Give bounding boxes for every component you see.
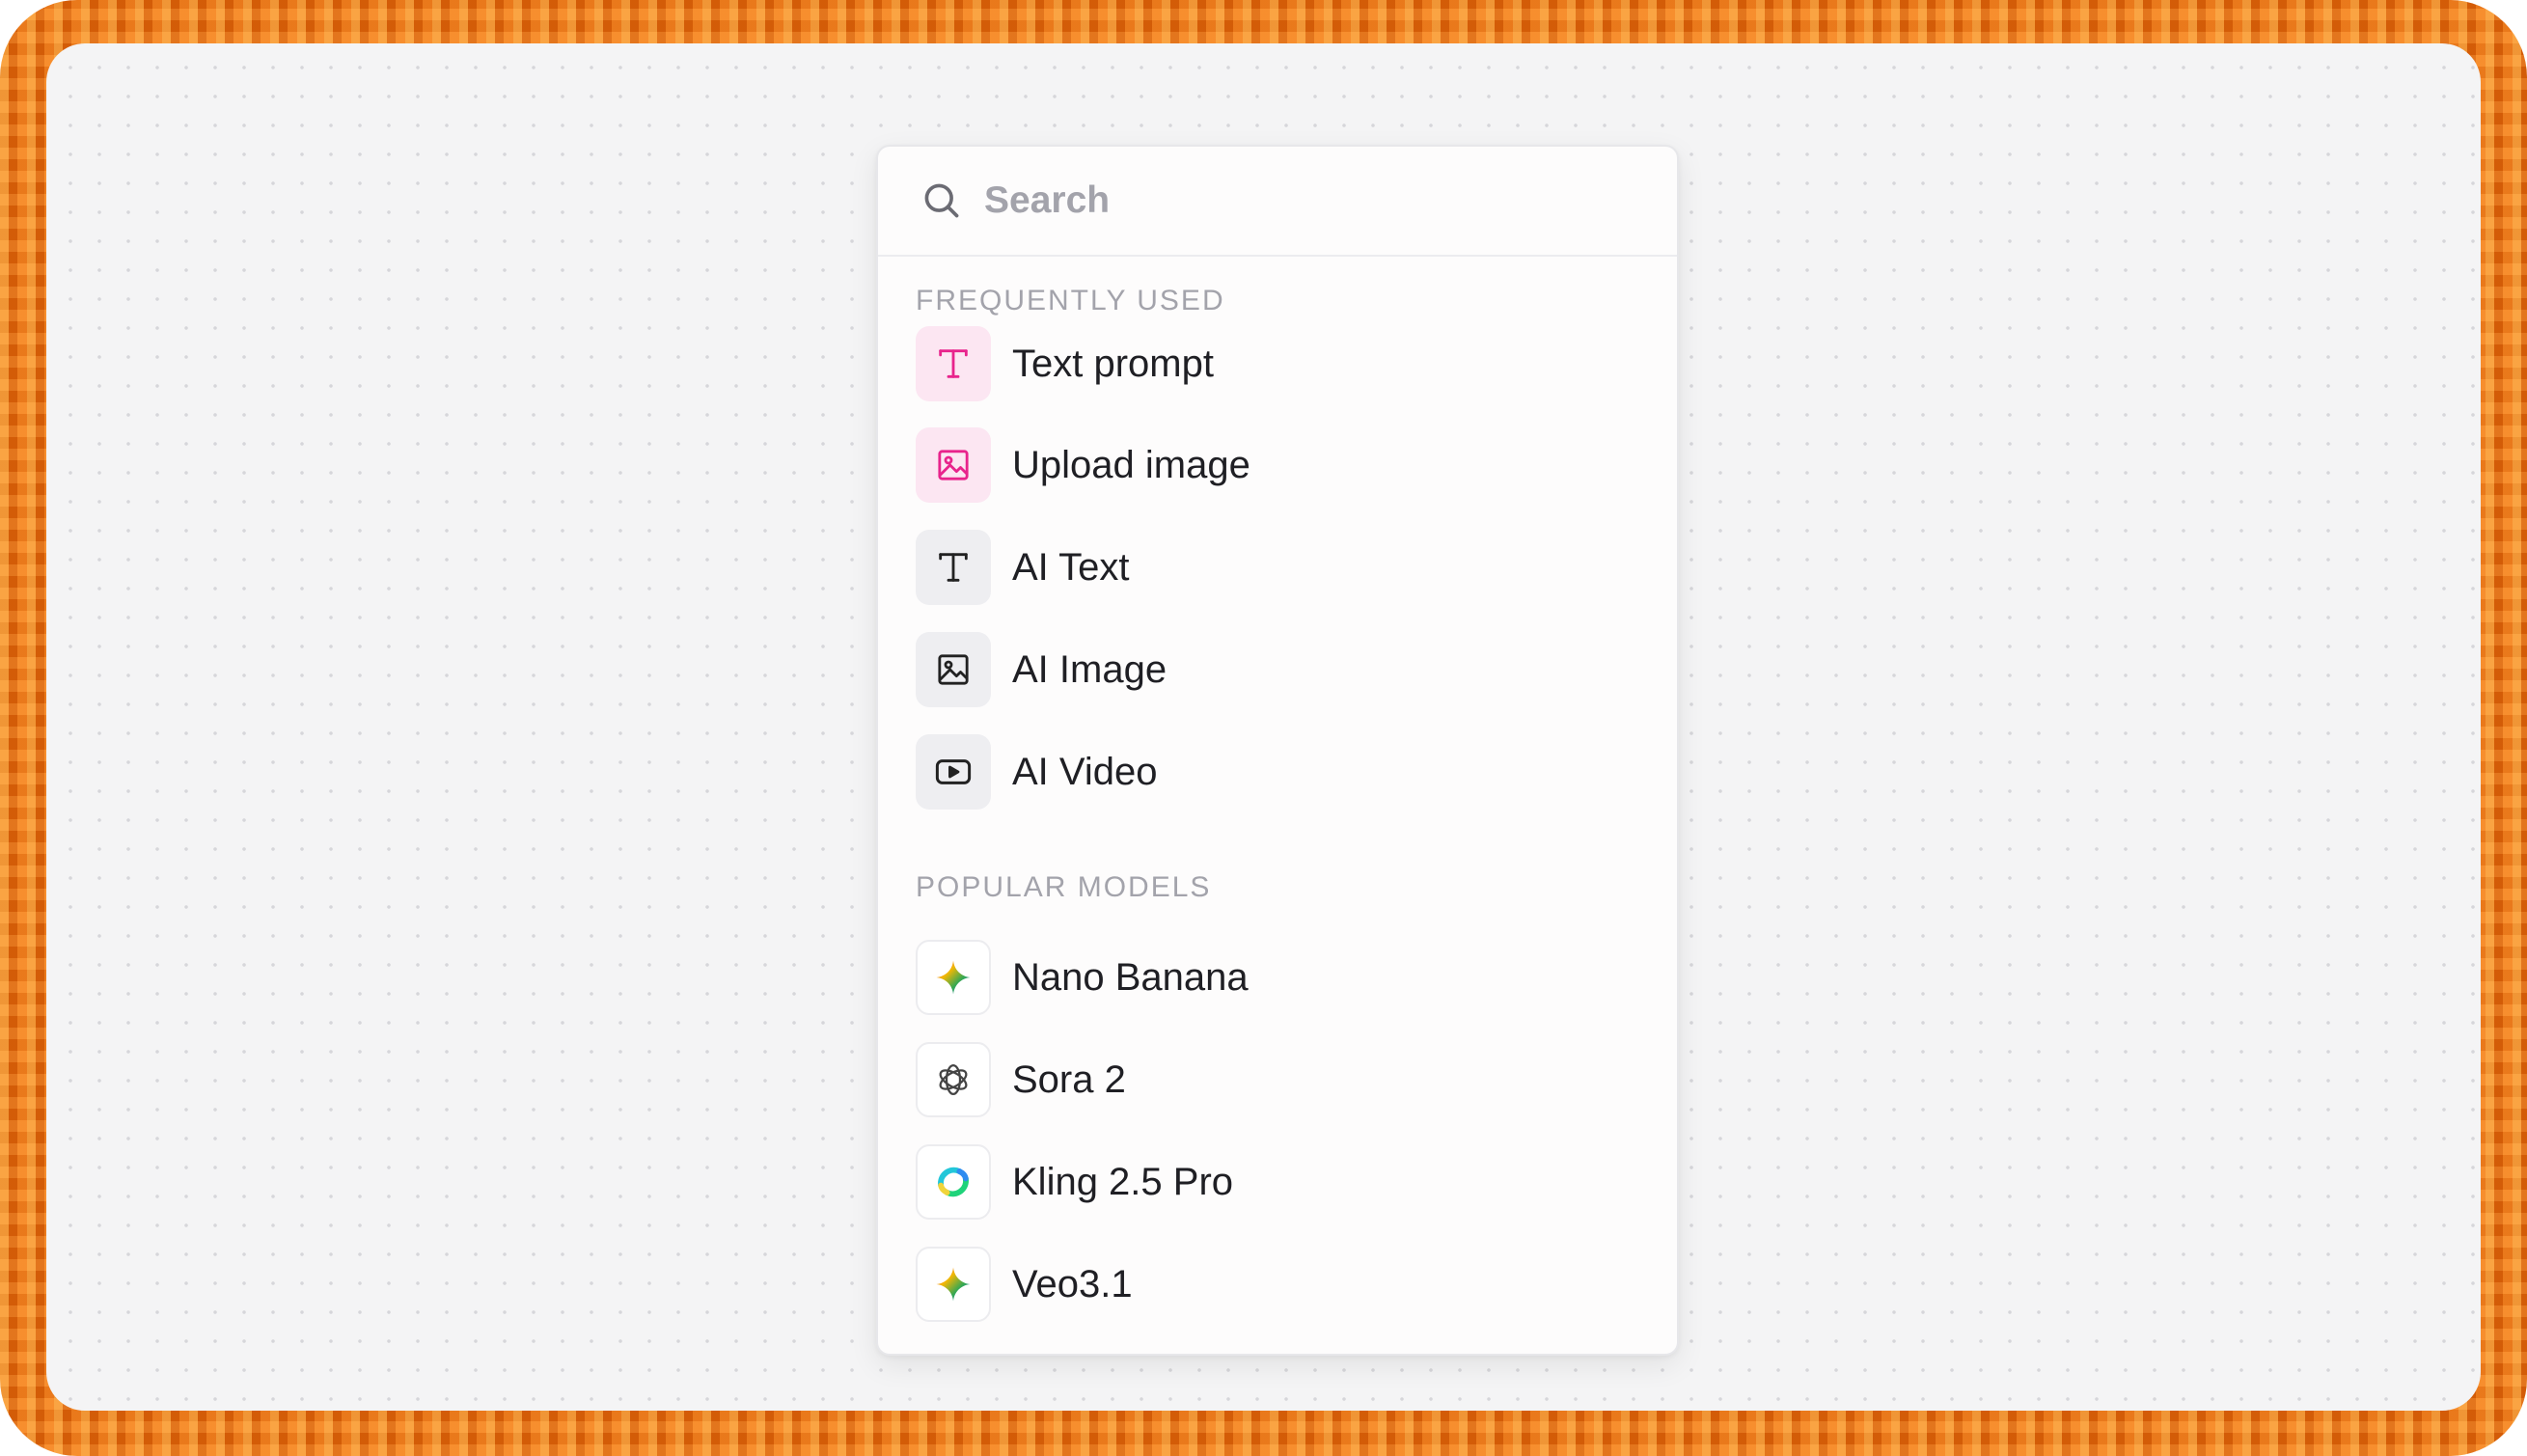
gemini-sparkle-icon <box>916 940 991 1015</box>
image-icon <box>916 427 991 503</box>
section-title-popular-models: POPULAR MODELS <box>916 871 1212 903</box>
node-picker-menu: FREQUENTLY USED Text prompt <box>876 145 1679 1356</box>
menu-item-label: AI Video <box>1012 750 1158 793</box>
menu-item-ai-image[interactable]: AI Image <box>916 631 1649 708</box>
menu-item-label: Nano Banana <box>1012 955 1249 999</box>
section-title-frequently-used: FREQUENTLY USED <box>916 285 1225 316</box>
search-icon <box>920 179 963 222</box>
orange-knit-frame: FREQUENTLY USED Text prompt <box>0 0 2527 1456</box>
text-icon <box>916 530 991 605</box>
menu-item-upload-image[interactable]: Upload image <box>916 426 1649 504</box>
gemini-sparkle-icon <box>916 1247 991 1322</box>
menu-item-text-prompt[interactable]: Text prompt <box>916 325 1649 402</box>
menu-item-ai-text[interactable]: AI Text <box>916 529 1649 606</box>
text-icon <box>916 326 991 401</box>
openai-logo-icon <box>916 1042 991 1117</box>
menu-item-label: AI Image <box>1012 647 1167 691</box>
menu-item-label: Kling 2.5 Pro <box>1012 1160 1234 1203</box>
menu-item-label: AI Text <box>1012 545 1130 589</box>
kling-logo-icon <box>916 1144 991 1220</box>
menu-item-ai-video[interactable]: AI Video <box>916 733 1649 810</box>
menu-item-sora-2[interactable]: Sora 2 <box>916 1041 1649 1118</box>
dotted-canvas: FREQUENTLY USED Text prompt <box>46 43 2481 1411</box>
search-bar <box>878 147 1677 257</box>
menu-item-veo3-1[interactable]: Veo3.1 <box>916 1246 1649 1323</box>
search-input[interactable] <box>984 172 1640 230</box>
image-icon <box>916 632 991 707</box>
video-icon <box>916 734 991 810</box>
menu-item-label: Sora 2 <box>1012 1058 1126 1101</box>
menu-item-kling-2-5-pro[interactable]: Kling 2.5 Pro <box>916 1143 1649 1221</box>
menu-item-label: Veo3.1 <box>1012 1262 1133 1305</box>
menu-item-label: Text prompt <box>1012 342 1214 385</box>
menu-item-nano-banana[interactable]: Nano Banana <box>916 939 1649 1016</box>
menu-item-label: Upload image <box>1012 443 1250 486</box>
